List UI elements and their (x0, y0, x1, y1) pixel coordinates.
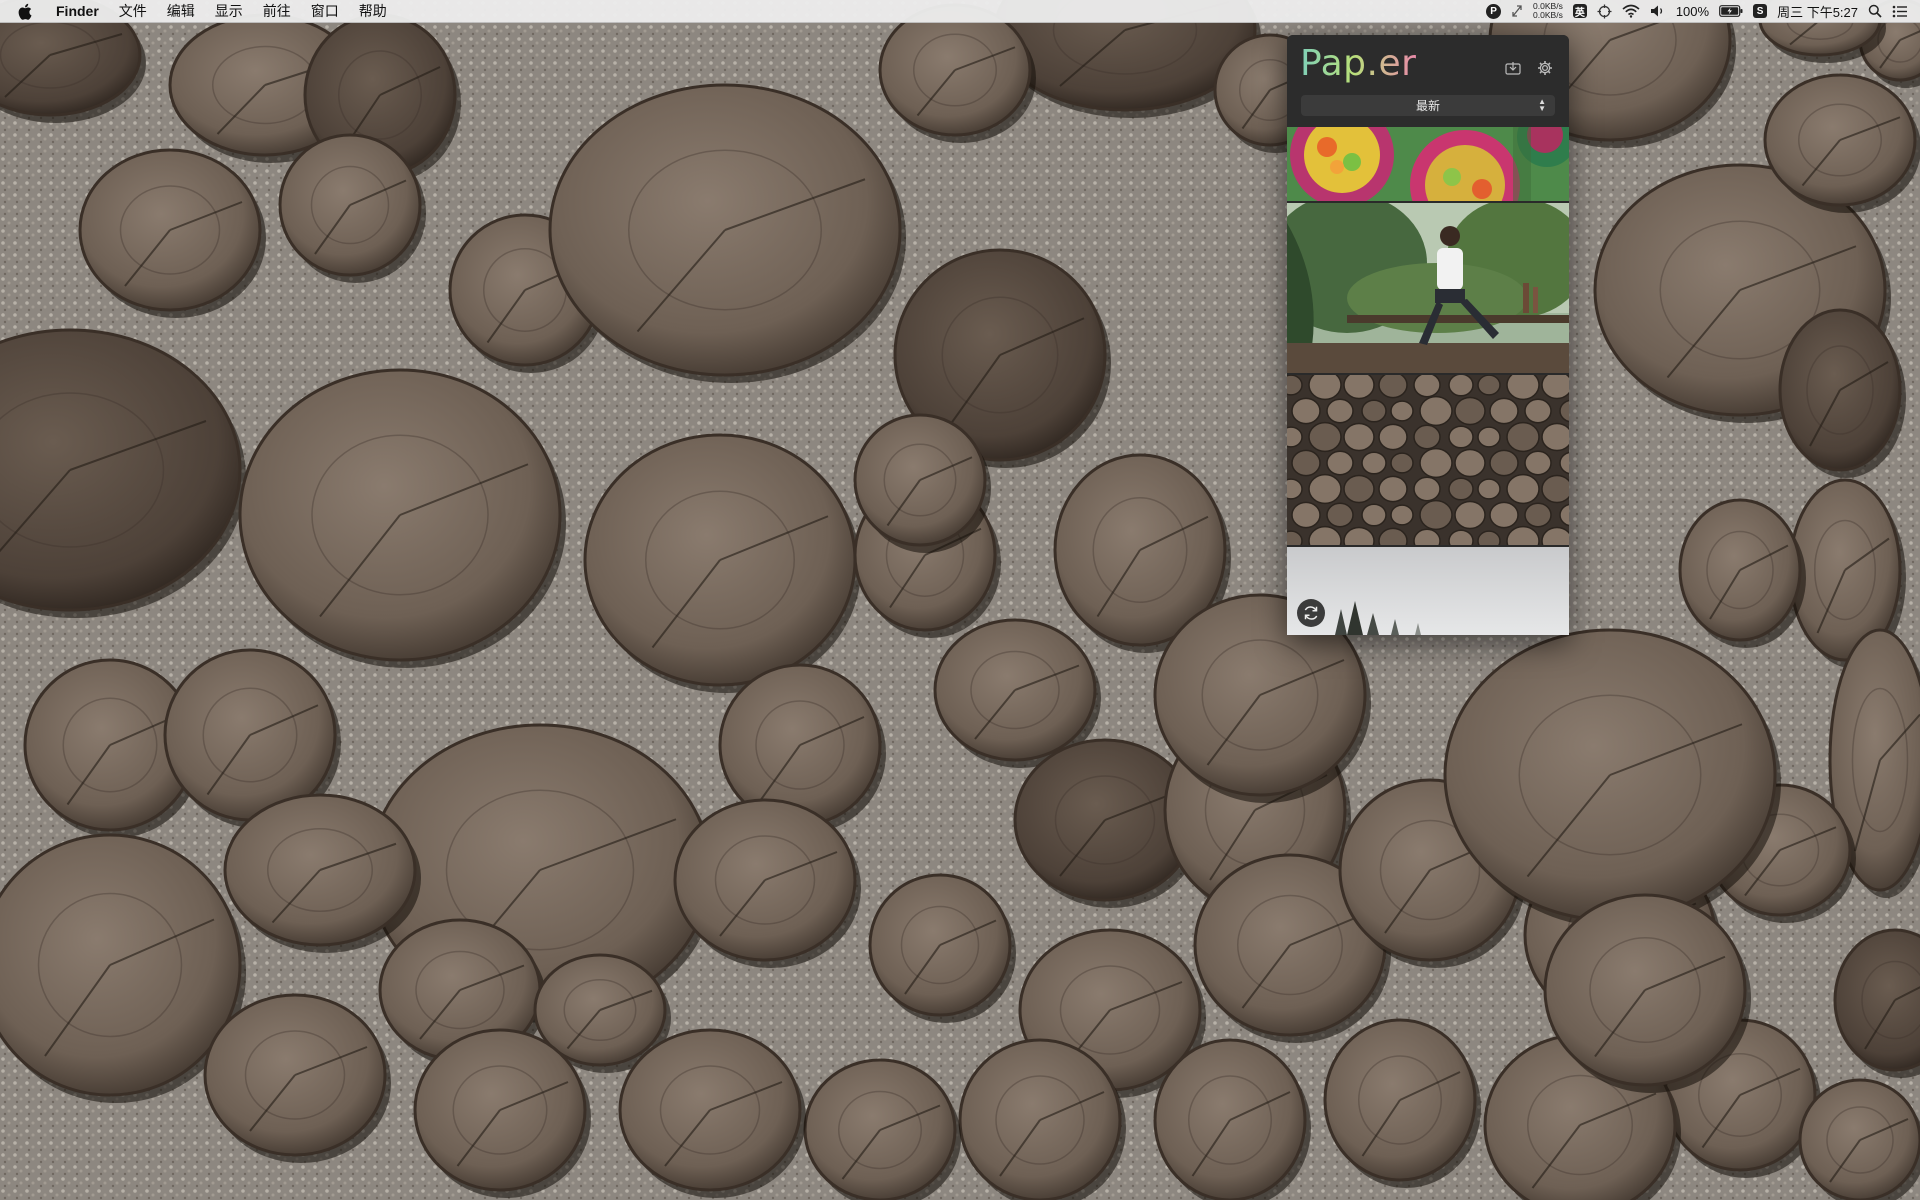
mini-log-round (1477, 478, 1501, 500)
sogou-input-icon[interactable]: S (1753, 0, 1768, 22)
thumbnail-salad-bowls[interactable] (1287, 127, 1569, 201)
log-round (0, 833, 242, 1097)
menu-view[interactable]: 显示 (205, 0, 253, 22)
mini-log-round (1326, 398, 1354, 424)
apple-icon[interactable] (18, 2, 34, 20)
download-button[interactable] (1503, 58, 1523, 78)
mini-log-round (1541, 375, 1569, 400)
mini-log-round (1477, 375, 1501, 396)
mini-log-round (1390, 504, 1414, 526)
mini-log-round (1524, 502, 1552, 528)
mini-log-round (1454, 448, 1486, 478)
mini-log-round (1454, 500, 1486, 530)
mini-log-round (1413, 424, 1441, 450)
net-download-speed: 0.0KB/s (1533, 10, 1563, 20)
mini-log-round (1477, 426, 1501, 448)
compass-icon[interactable] (1597, 0, 1612, 22)
mini-log-round (1361, 451, 1387, 475)
desktop-wallpaper (0, 0, 1920, 1200)
clock[interactable]: 周三 下午5:27 (1777, 2, 1858, 21)
thumbnail-misty-trees[interactable] (1287, 547, 1569, 635)
input-method-icon[interactable]: 英 (1572, 0, 1587, 22)
menu-help[interactable]: 帮助 (349, 0, 397, 22)
expand-arrows-icon[interactable] (1511, 0, 1523, 22)
mini-log-round (1287, 375, 1303, 396)
mini-log-round (1378, 423, 1408, 451)
mini-log-round (1489, 449, 1519, 477)
wallpaper-thumbnail-list[interactable] (1287, 127, 1569, 635)
mini-log-round (1419, 499, 1453, 531)
menu-bar: Finder 文件 编辑 显示 前往 窗口 帮助 P 0.0KB/s 0.0KB… (0, 0, 1920, 23)
mini-log-round (1448, 375, 1474, 397)
sort-select-value: 最新 (1415, 99, 1440, 113)
wifi-icon[interactable] (1622, 0, 1640, 22)
menu-go[interactable]: 前往 (253, 0, 301, 22)
mini-log-round (1541, 422, 1569, 452)
mini-log-round (1506, 421, 1540, 453)
sort-select[interactable]: 最新 ▲ ▼ (1301, 95, 1555, 116)
mini-log-round (1308, 473, 1342, 505)
select-arrows-icon: ▲ ▼ (1538, 97, 1546, 113)
mini-log-round (1524, 450, 1552, 476)
mini-log-round (1343, 375, 1375, 400)
mini-log-round (1506, 473, 1540, 505)
mini-log-round (1291, 449, 1321, 477)
mini-log-round (1448, 477, 1474, 501)
settings-button[interactable] (1535, 58, 1555, 78)
mini-log-round (1419, 447, 1453, 479)
gear-icon (1538, 61, 1552, 75)
mini-log-round (1378, 375, 1408, 399)
mini-log-round (1454, 396, 1486, 426)
mini-log-round (1541, 474, 1569, 504)
mini-log-round (1413, 375, 1441, 398)
mini-log-round (1291, 501, 1321, 529)
refresh-button[interactable] (1297, 599, 1325, 627)
mini-log-round (1343, 422, 1375, 452)
battery-percent[interactable]: 100% (1676, 4, 1709, 19)
mini-log-round (1308, 375, 1342, 401)
network-speed[interactable]: 0.0KB/s 0.0KB/s (1533, 2, 1563, 20)
mini-log-round (1361, 399, 1387, 423)
thumbnail-garden-portrait[interactable] (1287, 203, 1569, 373)
volume-icon[interactable] (1650, 0, 1666, 22)
mini-log-round (1448, 529, 1474, 545)
paper-popover: Pap.er 最新 ▲ ▼ (1287, 35, 1569, 635)
mini-log-round (1287, 478, 1303, 500)
mini-log-round (1390, 400, 1414, 422)
mini-log-round (1378, 475, 1408, 503)
menu-app-finder[interactable]: Finder (52, 0, 109, 22)
mini-log-round (1477, 530, 1501, 545)
paper-header: Pap.er 最新 ▲ ▼ (1287, 35, 1569, 127)
mini-log-round (1308, 421, 1342, 453)
spotlight-search-icon[interactable] (1868, 0, 1882, 22)
mini-log-round (1326, 502, 1354, 528)
app-logo: Pap.er (1300, 43, 1417, 84)
mini-log-round (1361, 503, 1387, 527)
mini-log-round (1343, 474, 1375, 504)
mini-log-round (1419, 395, 1453, 427)
mini-log-round (1489, 501, 1519, 529)
mini-log-round (1524, 398, 1552, 424)
battery-charging-icon[interactable] (1719, 0, 1743, 22)
mini-log-round (1448, 425, 1474, 449)
mini-log-round (1390, 452, 1414, 474)
menu-edit[interactable]: 编辑 (157, 0, 205, 22)
download-icon (1505, 62, 1521, 75)
mini-log-round (1326, 450, 1354, 476)
mini-log-round (1506, 375, 1540, 401)
notification-center-icon[interactable] (1892, 0, 1908, 22)
paper-menubar-icon[interactable]: P (1486, 0, 1502, 22)
refresh-icon (1304, 606, 1318, 620)
mini-log-round (1489, 397, 1519, 425)
menu-file[interactable]: 文件 (109, 0, 157, 22)
mini-log-round (1291, 397, 1321, 425)
wallpaper-logs-image (0, 0, 1920, 1200)
menu-window[interactable]: 窗口 (301, 0, 349, 22)
mini-log-round (1413, 476, 1441, 502)
mini-log-round (1287, 426, 1303, 448)
thumbnail-log-ends[interactable] (1287, 375, 1569, 545)
